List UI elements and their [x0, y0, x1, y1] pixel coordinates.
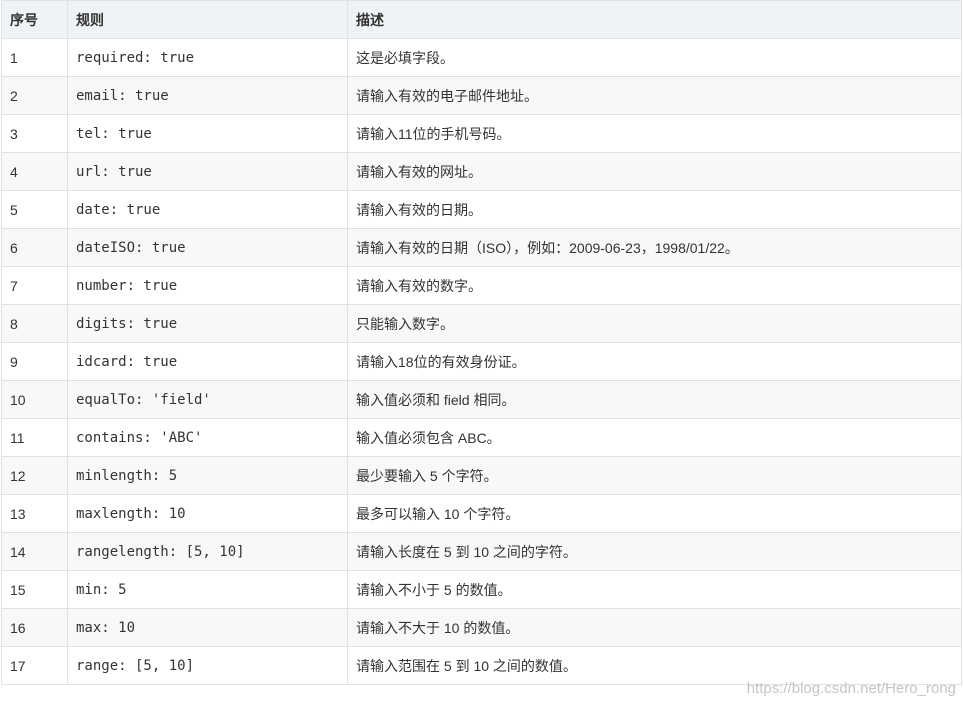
cell-rule: idcard: true [67, 342, 348, 381]
cell-description: 请输入不小于 5 的数值。 [347, 570, 962, 609]
cell-rule: rangelength: [5, 10] [67, 532, 348, 571]
cell-rule: max: 10 [67, 608, 348, 647]
table-row: 10 equalTo: 'field' 输入值必须和 field 相同。 [1, 380, 962, 419]
cell-index: 9 [1, 342, 68, 381]
table-row: 4 url: true 请输入有效的网址。 [1, 152, 962, 191]
cell-index: 14 [1, 532, 68, 571]
cell-rule: maxlength: 10 [67, 494, 348, 533]
cell-description: 请输入18位的有效身份证。 [347, 342, 962, 381]
header-description: 描述 [347, 0, 962, 39]
table-row: 3 tel: true 请输入11位的手机号码。 [1, 114, 962, 153]
rules-table: 序号 规则 描述 1 required: true 这是必填字段。 2 emai… [1, 0, 962, 685]
table-row: 2 email: true 请输入有效的电子邮件地址。 [1, 76, 962, 115]
table-header-row: 序号 规则 描述 [1, 0, 962, 39]
cell-rule: number: true [67, 266, 348, 305]
cell-rule: email: true [67, 76, 348, 115]
cell-description: 只能输入数字。 [347, 304, 962, 343]
cell-description: 最多可以输入 10 个字符。 [347, 494, 962, 533]
cell-index: 15 [1, 570, 68, 609]
cell-index: 1 [1, 38, 68, 77]
cell-index: 13 [1, 494, 68, 533]
header-index: 序号 [1, 0, 68, 39]
cell-index: 10 [1, 380, 68, 419]
cell-rule: date: true [67, 190, 348, 229]
cell-description: 请输入有效的数字。 [347, 266, 962, 305]
cell-description: 输入值必须和 field 相同。 [347, 380, 962, 419]
cell-rule: digits: true [67, 304, 348, 343]
cell-index: 6 [1, 228, 68, 267]
cell-description: 请输入有效的日期。 [347, 190, 962, 229]
cell-description: 请输入有效的电子邮件地址。 [347, 76, 962, 115]
table-row: 5 date: true 请输入有效的日期。 [1, 190, 962, 229]
table-row: 8 digits: true 只能输入数字。 [1, 304, 962, 343]
table-row: 11 contains: 'ABC' 输入值必须包含 ABC。 [1, 418, 962, 457]
table-row: 1 required: true 这是必填字段。 [1, 38, 962, 77]
cell-index: 12 [1, 456, 68, 495]
cell-index: 11 [1, 418, 68, 457]
cell-rule: contains: 'ABC' [67, 418, 348, 457]
table-row: 9 idcard: true 请输入18位的有效身份证。 [1, 342, 962, 381]
cell-index: 16 [1, 608, 68, 647]
cell-description: 请输入有效的网址。 [347, 152, 962, 191]
cell-description: 请输入长度在 5 到 10 之间的字符。 [347, 532, 962, 571]
cell-rule: range: [5, 10] [67, 646, 348, 685]
cell-rule: required: true [67, 38, 348, 77]
cell-index: 5 [1, 190, 68, 229]
cell-description: 请输入有效的日期（ISO），例如：2009-06-23，1998/01/22。 [347, 228, 962, 267]
table-row: 7 number: true 请输入有效的数字。 [1, 266, 962, 305]
cell-index: 2 [1, 76, 68, 115]
table-row: 15 min: 5 请输入不小于 5 的数值。 [1, 570, 962, 609]
cell-description: 请输入11位的手机号码。 [347, 114, 962, 153]
cell-index: 3 [1, 114, 68, 153]
table-row: 13 maxlength: 10 最多可以输入 10 个字符。 [1, 494, 962, 533]
table-row: 6 dateISO: true 请输入有效的日期（ISO），例如：2009-06… [1, 228, 962, 267]
cell-index: 4 [1, 152, 68, 191]
cell-rule: minlength: 5 [67, 456, 348, 495]
table-row: 12 minlength: 5 最少要输入 5 个字符。 [1, 456, 962, 495]
cell-rule: equalTo: 'field' [67, 380, 348, 419]
table-row: 14 rangelength: [5, 10] 请输入长度在 5 到 10 之间… [1, 532, 962, 571]
cell-description: 这是必填字段。 [347, 38, 962, 77]
cell-rule: dateISO: true [67, 228, 348, 267]
cell-rule: tel: true [67, 114, 348, 153]
cell-description: 最少要输入 5 个字符。 [347, 456, 962, 495]
cell-rule: url: true [67, 152, 348, 191]
cell-index: 7 [1, 266, 68, 305]
cell-rule: min: 5 [67, 570, 348, 609]
cell-description: 请输入不大于 10 的数值。 [347, 608, 962, 647]
table-row: 16 max: 10 请输入不大于 10 的数值。 [1, 608, 962, 647]
table-row: 17 range: [5, 10] 请输入范围在 5 到 10 之间的数值。 [1, 646, 962, 685]
cell-description: 请输入范围在 5 到 10 之间的数值。 [347, 646, 962, 685]
watermark: https://blog.csdn.net/Hero_rong [746, 680, 956, 697]
header-rule: 规则 [67, 0, 348, 39]
cell-description: 输入值必须包含 ABC。 [347, 418, 962, 457]
cell-index: 17 [1, 646, 68, 685]
cell-index: 8 [1, 304, 68, 343]
